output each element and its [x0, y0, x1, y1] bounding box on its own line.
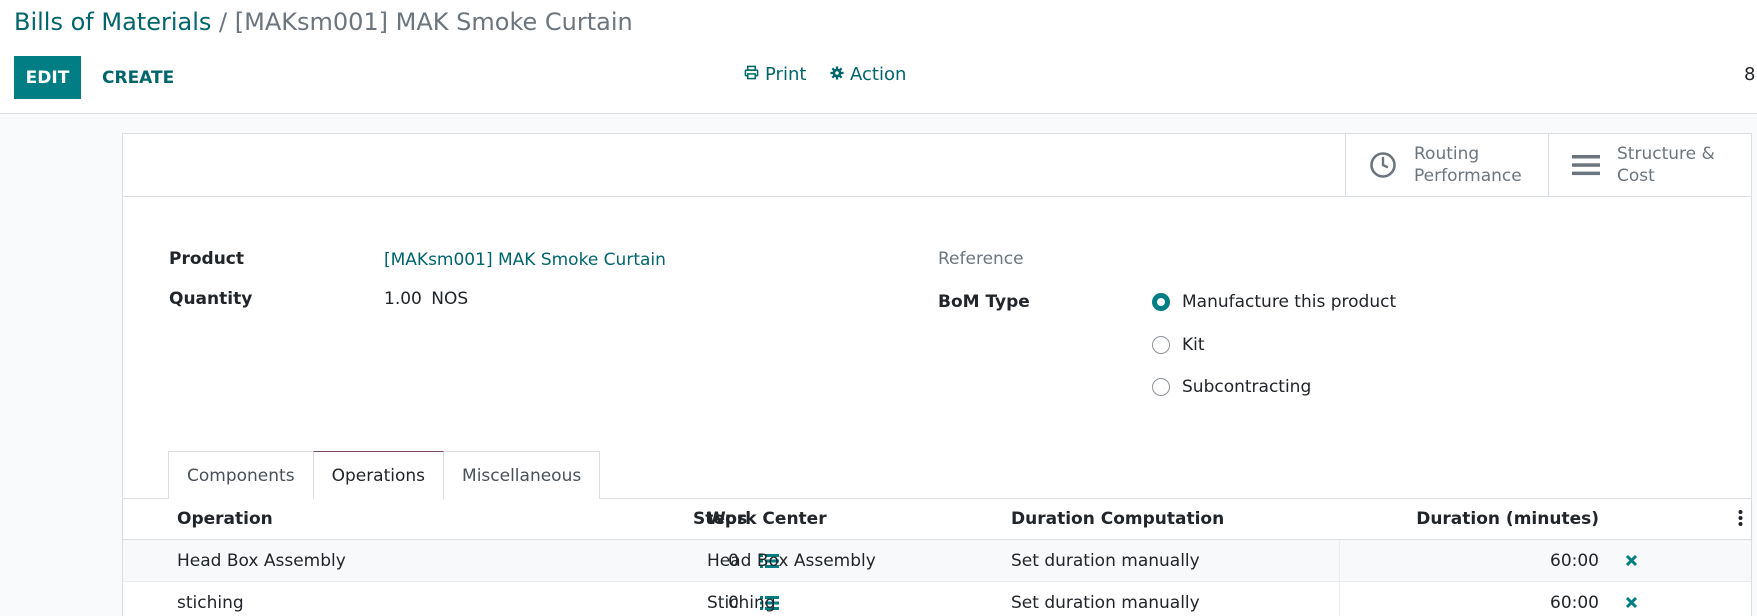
radio-unchecked-icon: [1152, 378, 1170, 396]
table-row[interactable]: stiching 0 Stiching Set duration manuall…: [123, 582, 1751, 616]
print-icon: [744, 64, 759, 85]
gear-icon: [830, 64, 844, 85]
edit-button[interactable]: EDIT: [14, 56, 81, 99]
work-center-cell: Stiching: [707, 593, 776, 613]
bom-type-subcontracting-label: Subcontracting: [1182, 377, 1312, 397]
reference-label: Reference: [938, 249, 1024, 269]
bom-type-subcontracting-radio[interactable]: Subcontracting: [1152, 377, 1311, 397]
breadcrumb-current: [MAKsm001] MAK Smoke Curtain: [234, 8, 633, 36]
clock-icon: [1368, 151, 1398, 179]
column-header-duration[interactable]: Duration (minutes): [1323, 509, 1599, 529]
print-dropdown[interactable]: Print: [744, 64, 806, 85]
column-separator: [1339, 582, 1340, 616]
bars-icon: [1571, 153, 1601, 177]
breadcrumb-separator: /: [219, 8, 228, 36]
tab-components[interactable]: Components: [168, 451, 314, 499]
operation-cell: Head Box Assembly: [177, 551, 346, 571]
duration-computation-cell: Set duration manually: [1011, 593, 1200, 613]
quantity-value: 1.00 NOS: [384, 289, 468, 309]
delete-row-icon[interactable]: [1625, 554, 1638, 567]
form-sheet: Routing Performance Structure & Cost Pro…: [122, 133, 1752, 616]
duration-cell: 60:00: [1550, 593, 1599, 613]
bom-type-manufacture-radio[interactable]: Manufacture this product: [1152, 292, 1396, 312]
column-header-work-center[interactable]: Work Center: [707, 509, 827, 529]
bom-type-manufacture-label: Manufacture this product: [1182, 292, 1397, 312]
action-label: Action: [850, 64, 907, 85]
bom-type-kit-radio[interactable]: Kit: [1152, 335, 1205, 355]
operation-cell: stiching: [177, 593, 244, 613]
routing-performance-label: Routing Performance: [1414, 144, 1522, 186]
tab-miscellaneous[interactable]: Miscellaneous: [443, 451, 601, 499]
breadcrumb-parent-link[interactable]: Bills of Materials: [14, 8, 211, 36]
structure-cost-button[interactable]: Structure & Cost: [1548, 134, 1751, 196]
print-label: Print: [765, 64, 807, 85]
bom-type-kit-label: Kit: [1182, 335, 1205, 355]
quantity-uom: NOS: [431, 289, 469, 309]
column-separator: [1339, 540, 1340, 581]
smart-button-box: Routing Performance Structure & Cost: [123, 134, 1751, 197]
optional-columns-kebab-icon[interactable]: [1738, 509, 1743, 531]
create-button[interactable]: CREATE: [90, 56, 186, 99]
radio-unchecked-icon: [1152, 336, 1170, 354]
breadcrumb: Bills of Materials / [MAKsm001] MAK Smok…: [14, 8, 633, 36]
quantity-label: Quantity: [169, 289, 253, 309]
pager-value[interactable]: 8: [1744, 64, 1755, 85]
table-row[interactable]: Head Box Assembly 0 Head Box Assembly Se…: [123, 540, 1751, 582]
tab-operations[interactable]: Operations: [312, 451, 445, 500]
product-link[interactable]: [MAKsm001] MAK Smoke Curtain: [384, 250, 666, 270]
operations-table: Operation Steps Work Center Duration Com…: [123, 499, 1751, 616]
control-panel: Bills of Materials / [MAKsm001] MAK Smok…: [0, 0, 1757, 114]
column-header-operation[interactable]: Operation: [177, 509, 273, 529]
notebook-tabs: Components Operations Miscellaneous: [168, 451, 601, 500]
quantity-number: 1.00: [384, 289, 422, 309]
product-label: Product: [169, 249, 244, 269]
duration-cell: 60:00: [1550, 551, 1599, 571]
routing-performance-button[interactable]: Routing Performance: [1345, 134, 1548, 196]
table-header: Operation Steps Work Center Duration Com…: [123, 499, 1751, 540]
delete-row-icon[interactable]: [1625, 596, 1638, 609]
duration-computation-cell: Set duration manually: [1011, 551, 1200, 571]
column-header-duration-computation[interactable]: Duration Computation: [1011, 509, 1224, 529]
action-dropdown[interactable]: Action: [830, 64, 906, 85]
radio-checked-icon: [1152, 293, 1170, 311]
structure-cost-label: Structure & Cost: [1617, 144, 1715, 186]
work-center-cell: Head Box Assembly: [707, 551, 876, 571]
bom-type-label: BoM Type: [938, 292, 1030, 312]
